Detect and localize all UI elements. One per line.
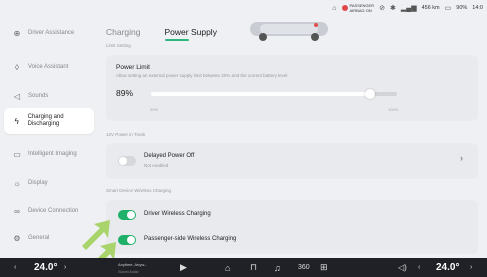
tab-charging[interactable]: Charging <box>106 27 141 41</box>
passenger-wireless-charging-label: Passenger-side Wireless Charging <box>144 236 237 242</box>
power-limit-slider-handle[interactable] <box>365 89 375 99</box>
slider-max-label: 100% <box>388 107 399 112</box>
sidebar-item-label: Driver Assistance <box>28 29 75 36</box>
sidebar-item-intelligent-imaging[interactable]: ▭ Intelligent Imaging <box>4 141 94 167</box>
link-icon: ∞ <box>14 206 20 216</box>
car-icon[interactable]: ⊓ <box>250 258 257 277</box>
steering-wheel-icon: ⊕ <box>13 28 21 38</box>
delayed-power-off-toggle[interactable] <box>118 156 136 166</box>
sidebar-item-display[interactable]: ☼ Display <box>4 170 94 196</box>
chevron-right-icon: › <box>460 153 463 163</box>
car-illustration <box>250 22 328 41</box>
delayed-power-off-status: Not enabled <box>144 163 169 168</box>
play-icon[interactable]: ▶ <box>180 258 187 277</box>
volume-icon[interactable]: ◁) <box>398 258 407 277</box>
speaker-icon: ◁ <box>13 91 21 101</box>
power-limit-description: Allow setting an external power supply l… <box>116 73 288 78</box>
bottom-dock: ‹ 24.0° › Anytime, Anyw... Xiaomi Audio … <box>0 258 487 277</box>
right-temp-decrease-button[interactable]: ‹ <box>418 258 420 277</box>
driver-wireless-charging-label: Driver Wireless Charging <box>144 211 211 217</box>
sidebar-item-label: Sounds <box>28 92 49 99</box>
charging-icon: ϟ <box>14 116 19 126</box>
wireless-charging-section-label: Smart Device Wireless Charging <box>106 188 172 193</box>
tab-power-supply[interactable]: Power Supply <box>164 27 217 41</box>
left-temp-increase-button[interactable]: › <box>64 258 66 277</box>
sidebar-item-label: Display <box>28 179 48 186</box>
media-info[interactable]: Anytime, Anyw... Xiaomi Audio <box>118 258 147 277</box>
sidebar-item-label: Device Connection <box>28 207 79 214</box>
sidebar-item-sounds[interactable]: ◁ Sounds <box>4 83 94 109</box>
settings-main: Charging Power Supply Limit Setting Powe… <box>96 0 487 258</box>
power-limit-card: Power Limit Allow setting an external po… <box>106 55 478 121</box>
sidebar-item-driver-assistance[interactable]: ⊕ Driver Assistance <box>4 20 94 46</box>
sidebar-item-label: Voice Assistant <box>28 63 69 70</box>
trunk-power-section-label: 12V Power in Trunk <box>106 132 146 137</box>
passenger-wireless-charging-toggle[interactable] <box>118 235 136 245</box>
power-limit-slider-fill <box>151 92 370 96</box>
settings-icon: ⚙ <box>13 233 21 243</box>
power-limit-slider[interactable] <box>151 89 397 99</box>
delayed-power-off-title: Delayed Power Off <box>144 153 195 159</box>
apps-grid-icon[interactable]: ⊞ <box>320 258 328 277</box>
driver-wireless-charging-toggle[interactable] <box>118 210 136 220</box>
sidebar-item-voice-assistant[interactable]: ◊ Voice Assistant <box>4 54 94 80</box>
media-source: Xiaomi Audio <box>118 269 139 274</box>
right-temp-increase-button[interactable]: › <box>470 258 472 277</box>
limit-setting-section-label: Limit Setting <box>106 43 131 48</box>
sidebar-item-charging[interactable]: ϟ Charging and Discharging <box>4 108 94 134</box>
sidebar-item-label: Intelligent Imaging <box>28 150 77 157</box>
right-temperature[interactable]: 24.0° <box>436 258 459 277</box>
wireless-charging-card: Driver Wireless Charging Passenger-side … <box>106 200 478 254</box>
left-temperature[interactable]: 24.0° <box>34 258 57 277</box>
voice-icon: ◊ <box>15 62 19 72</box>
camera-icon: ▭ <box>13 149 21 159</box>
power-limit-value: 89% <box>116 88 134 98</box>
power-limit-title: Power Limit <box>116 64 150 71</box>
sidebar-item-label: Charging and Discharging <box>27 114 64 127</box>
home-icon[interactable]: ⌂ <box>225 258 230 277</box>
360-camera-icon[interactable]: 360 <box>298 258 310 277</box>
tab-bar: Charging Power Supply <box>106 27 217 41</box>
delayed-power-off-card[interactable]: Delayed Power Off Not enabled › <box>106 143 478 179</box>
sidebar-item-label: General <box>28 234 50 241</box>
brightness-icon: ☼ <box>13 178 21 188</box>
slider-min-label: 20% <box>150 107 159 112</box>
left-temp-decrease-button[interactable]: ‹ <box>14 258 16 277</box>
media-title: Anytime, Anyw... <box>118 261 148 267</box>
music-icon[interactable]: ♫ <box>274 258 281 277</box>
